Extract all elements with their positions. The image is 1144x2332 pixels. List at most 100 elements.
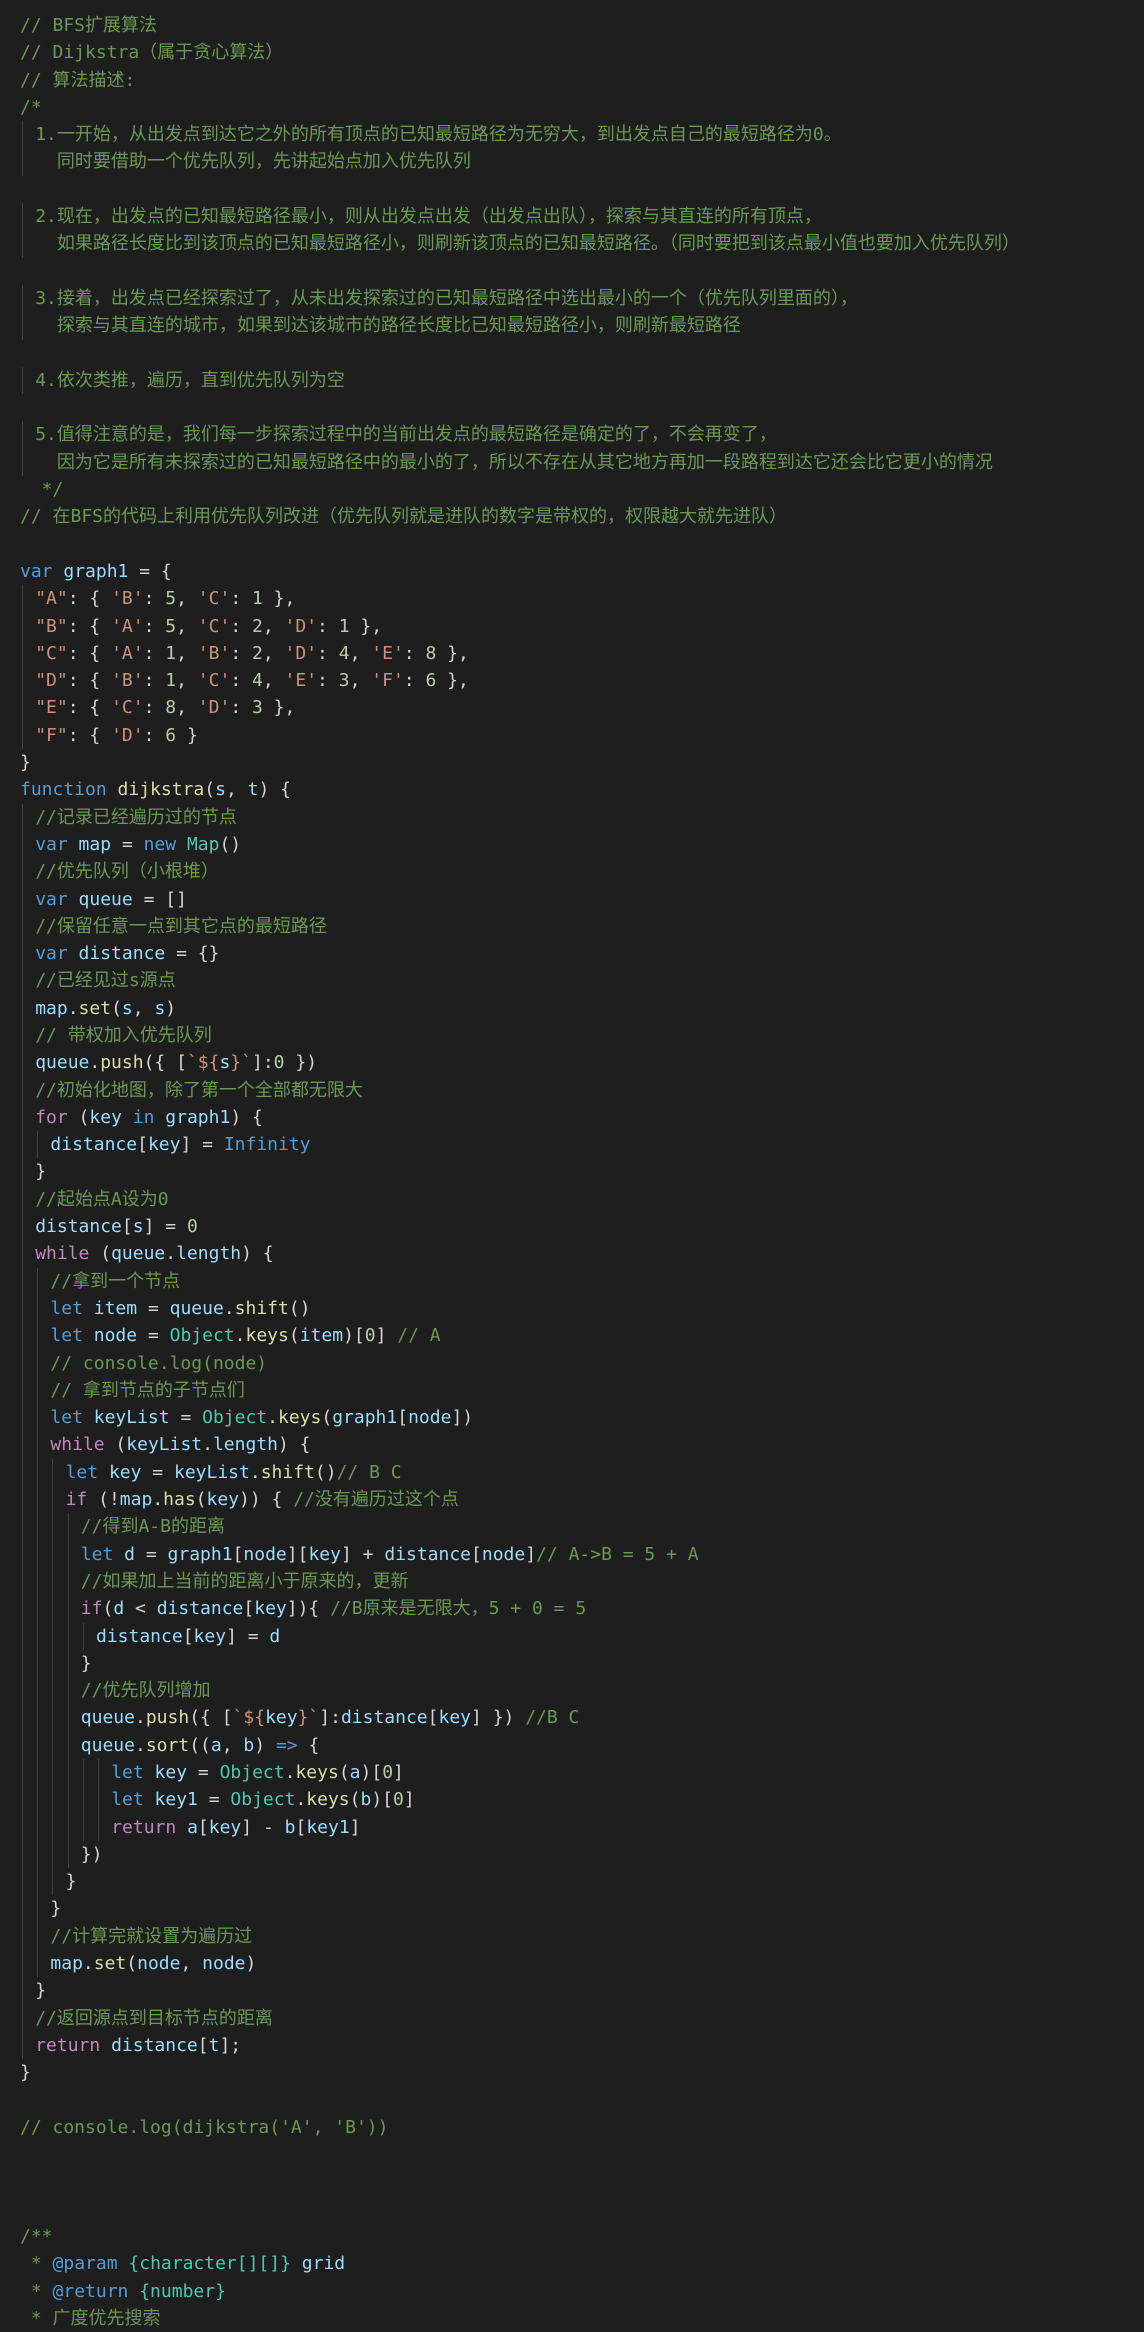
code-token-var: s [219,1052,231,1074]
code-token-plain: , [262,642,285,664]
indent-guide [22,448,23,477]
code-token-plain: ] [403,1789,415,1811]
code-token-keyword: let [111,1789,144,1811]
code-token-plain: < [124,1598,157,1620]
indent-guide [37,1704,39,1732]
code-token-number: 1 [252,588,263,610]
code-line: while (queue.length) { [20,1240,1144,1268]
code-token-var: graph1 [165,1106,231,1128]
code-token-plain: ] = [180,1134,224,1156]
code-token-comment: /** [20,2226,53,2248]
code-token-plain: ) { [241,1243,274,1265]
code-line-content: distance[key] = d [20,1626,280,1647]
code-token-var: t [208,2034,220,2056]
code-token-plain: ]: [319,1707,341,1729]
code-token-plain: : [317,642,339,664]
code-token-comment [128,2281,139,2302]
code-line: } [20,1895,1144,1923]
indent-guide [37,1131,39,1159]
code-token-plain: ] [375,1325,398,1347]
code-token-comment: 同时要借助一个优先队列，先讲起始点加入优先队列 [35,151,471,173]
code-token-plain: ( [338,1762,350,1783]
code-line-content: var map = new Map() [20,834,241,855]
code-token-comment: 探索与其直连的城市，如果到达该城市的路径长度比已知最短路径小，则刷新最短路径 [35,315,741,337]
code-editor[interactable]: // BFS扩展算法 // Dijkstra（属于贪心算法） // 算法描述: /* 1… [0,0,1144,2329]
indent-guide [82,1786,84,1814]
code-token-string: 'B' [111,588,144,610]
code-line-content: // 在BFS的代码上利用优先队列改进（优先队列就是进队的数字是带权的，权限越大… [20,506,787,527]
code-token-var: node [408,1407,452,1429]
code-token-plain: . [134,1707,146,1729]
indent-guide [22,1977,23,2005]
indent-guide [37,1431,39,1459]
indent-guide [22,148,23,176]
indent-guide [22,585,23,613]
code-token-keyword: @param [52,2253,118,2275]
code-token-func: shift [234,1297,289,1319]
indent-guide [22,2031,23,2060]
code-token-plain: = [111,833,144,855]
code-token-var: key [193,1625,227,1647]
code-token-var: key [254,1598,287,1620]
code-token-var: queue [169,1297,224,1319]
code-line: distance[key] = d [20,1622,1144,1650]
code-line: // 算法描述: [20,67,1144,94]
code-line: var graph1 = { [20,558,1144,585]
code-token-string: 'D' [284,642,318,664]
code-token-plain: . [67,997,79,1019]
code-token-var: a [210,1734,222,1756]
code-token-var: d [269,1625,281,1647]
code-token-plain: : { [67,724,112,746]
code-token-keyword: let [65,1461,99,1483]
code-line: for (key in graph1) { [20,1103,1144,1132]
code-line: // 在BFS的代码上利用优先队列改进（优先队列就是进队的数字是带权的，权限越大… [20,503,1144,530]
code-line: "E": { 'C': 8, 'D': 3 }, [20,694,1144,722]
indent-guide [37,1840,39,1869]
code-token-keyword: let [50,1407,83,1429]
code-token-plain: : [143,670,166,692]
code-token-plain: = { [128,560,172,582]
code-token-var: key1 [154,1789,198,1811]
code-token-comment: // A->B = 5 + A [536,1543,699,1565]
code-line-content: 3.接着，出发点已经探索过了，从未出发探索过的已知最短路径中选出最小的一个（优先… [20,288,858,309]
code-token-plain: . [284,1762,296,1783]
indent-guide [37,1895,39,1923]
indent-guide [67,1677,69,1705]
code-token-plain: ( [89,1243,112,1265]
code-line-content: distance[s] = 0 [20,1216,198,1237]
code-token-plain: [ [295,1816,307,1838]
code-token-plain: () [288,1297,311,1319]
code-token-comment: //如果加上当前的距离小于原来的，更新 [80,1570,409,1592]
code-line: // Dijkstra（属于贪心算法） [20,39,1144,66]
indent-guide [22,830,23,859]
code-token-var: distance [156,1598,244,1620]
code-line-content: let key1 = Object.keys(b)[0] [20,1789,415,1810]
code-token-plain: }, [436,670,469,692]
code-token-plain: : { [67,588,112,610]
code-line: //记录已经遍历过的节点 [20,803,1144,831]
code-token-plain: . [152,1489,164,1511]
indent-guide [37,1404,39,1432]
code-token-keyword: let [50,1297,83,1319]
indent-guide [22,421,23,449]
code-token-plain: : [317,670,339,692]
code-token-plain: , [176,642,198,664]
code-token-comment: * 广度优先搜索 [20,2307,161,2329]
code-line-content: } [20,1980,46,2001]
code-line: "D": { 'B': 1, 'C': 4, 'E': 3, 'F': 6 }, [20,667,1144,695]
indent-guide [37,1677,39,1705]
indent-guide [52,1595,54,1623]
code-token-var: queue [35,1052,90,1074]
code-token-string: 'D' [197,697,231,719]
code-line: let key1 = Object.keys(b)[0] [20,1786,1144,1814]
code-line-content: */ [20,479,64,500]
code-line: let key = keyList.shift()// B C [20,1458,1144,1487]
indent-guide [37,1540,39,1568]
code-line: "F": { 'D': 6 } [20,721,1144,750]
code-token-plain: } [35,1161,47,1183]
code-token-func: keys [295,1762,339,1783]
code-token-var: key [108,1461,142,1483]
code-token-string: 'A' [111,642,144,664]
